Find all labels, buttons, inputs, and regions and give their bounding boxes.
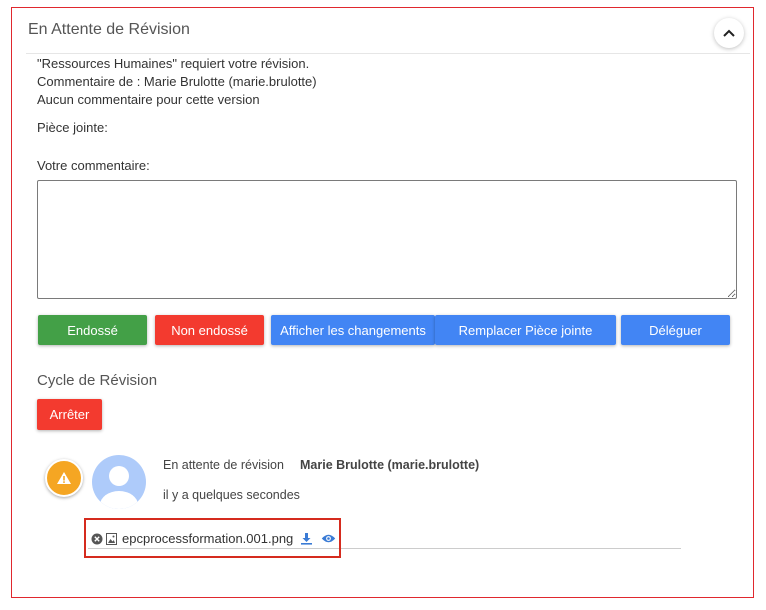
review-cycle-title: Cycle de Révision — [37, 372, 158, 389]
eye-icon[interactable] — [321, 533, 336, 544]
collapse-button[interactable] — [714, 18, 744, 48]
attachment-label: Pièce jointe: — [37, 120, 108, 135]
divider — [26, 53, 750, 54]
comment-author-text: Commentaire de : Marie Brulotte (marie.b… — [37, 74, 317, 89]
stop-button[interactable]: Arrêter — [37, 399, 102, 430]
attachment-row: epcprocessformation.001.png — [91, 531, 336, 546]
delegate-button[interactable]: Déléguer — [621, 315, 730, 345]
panel-title: En Attente de Révision — [28, 21, 190, 38]
attachment-file-name[interactable]: epcprocessformation.001.png — [122, 531, 293, 546]
review-request-text: "Ressources Humaines" requiert votre rév… — [37, 56, 310, 71]
reviewer-name: Marie Brulotte (marie.brulotte) — [300, 458, 480, 472]
endorse-button[interactable]: Endossé — [38, 315, 147, 345]
comment-textarea[interactable] — [37, 180, 737, 299]
download-icon[interactable] — [300, 532, 313, 545]
chevron-up-icon — [723, 29, 735, 37]
show-changes-button[interactable]: Afficher les changements — [271, 315, 435, 345]
review-status-text: En attente de révision — [163, 458, 284, 472]
your-comment-label: Votre commentaire: — [37, 158, 150, 173]
not-endorse-button[interactable]: Non endossé — [155, 315, 264, 345]
remove-circle-icon[interactable] — [91, 533, 103, 545]
review-panel: En Attente de Révision "Ressources Humai… — [11, 7, 754, 598]
user-avatar-icon — [92, 455, 146, 509]
no-comment-text: Aucun commentaire pour cette version — [37, 92, 260, 107]
warning-badge — [45, 459, 83, 497]
image-file-icon — [106, 532, 117, 545]
replace-attachment-button[interactable]: Remplacer Pièce jointe — [435, 315, 616, 345]
review-timestamp: il y a quelques secondes — [163, 488, 300, 502]
warning-icon — [57, 472, 71, 484]
